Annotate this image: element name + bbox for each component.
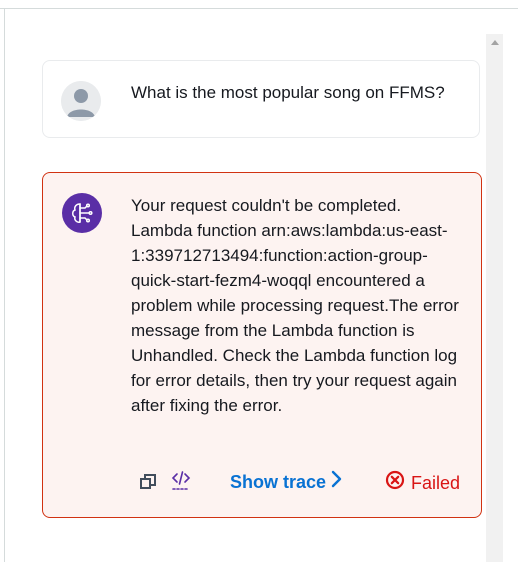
code-icon[interactable] xyxy=(170,469,192,491)
user-avatar-icon xyxy=(61,81,101,121)
show-trace-label: Show trace xyxy=(230,472,327,492)
show-trace-link[interactable]: Show trace xyxy=(230,470,342,494)
scroll-up-arrow-icon[interactable] xyxy=(486,34,503,51)
chevron-right-icon xyxy=(330,470,342,494)
agent-error-message-card: Your request couldn't be completed. Lamb… xyxy=(42,172,482,518)
agent-error-text: Your request couldn't be completed. Lamb… xyxy=(131,196,459,415)
scrollbar[interactable] xyxy=(486,34,503,562)
brain-circuit-icon xyxy=(62,193,102,233)
copy-icon[interactable] xyxy=(139,473,157,491)
panel-left-border xyxy=(4,8,5,562)
status-label: Failed xyxy=(411,473,461,493)
error-circle-icon xyxy=(385,470,405,496)
user-message-card: What is the most popular song on FFMS? xyxy=(42,60,480,138)
user-message-text: What is the most popular song on FFMS? xyxy=(131,83,445,102)
panel-top-border xyxy=(0,8,518,9)
status-indicator: Failed xyxy=(385,470,460,496)
message-actions: Show trace Failed xyxy=(43,469,483,495)
